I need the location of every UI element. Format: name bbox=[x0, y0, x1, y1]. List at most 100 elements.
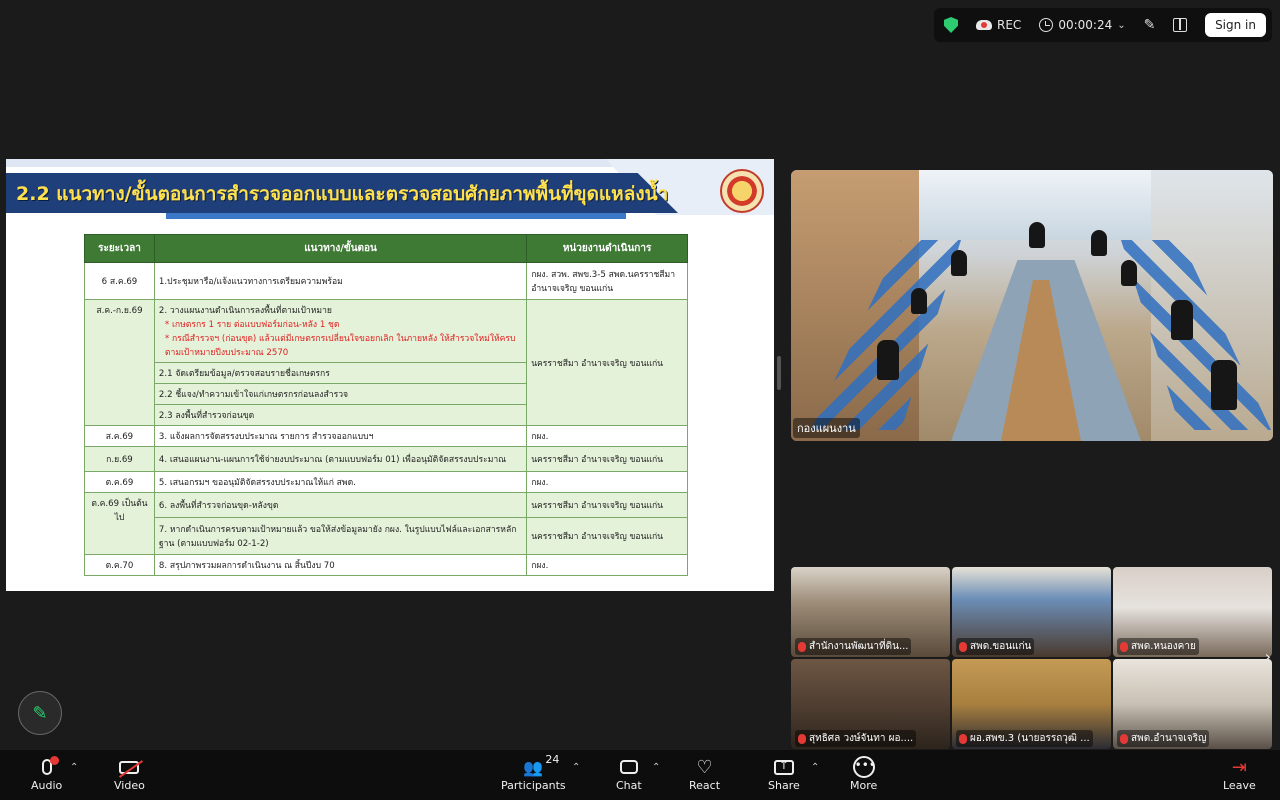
participant-tile[interactable]: สุทธิศล วงษ์จันทา ผอ.... bbox=[791, 659, 950, 749]
chevron-up-icon[interactable]: ⌃ bbox=[652, 762, 660, 773]
table-row: 7. หากดำเนินการครบตามเป้าหมายแล้ว ขอให้ส… bbox=[85, 517, 688, 555]
time-cell: 6 ส.ค.69 bbox=[84, 262, 155, 300]
plan-table: ระยะเวลา แนวทาง/ขั้นตอน หน่วยงานดำเนินกา… bbox=[84, 234, 688, 576]
audio-button[interactable]: Audio bbox=[31, 755, 62, 792]
participant-figure bbox=[1171, 300, 1193, 340]
unit-cell: นครราชสีมา อำนาจเจริญ ขอนแก่น bbox=[526, 517, 688, 555]
step-cell: 2.3 ลงพื้นที่สำรวจก่อนขุด bbox=[153, 404, 528, 426]
apps-button[interactable]: ✎ bbox=[1140, 13, 1160, 37]
toolbar-label: Video bbox=[114, 779, 145, 792]
pencil-icon: ✎ bbox=[32, 702, 48, 724]
toolbar-label: Audio bbox=[31, 779, 63, 792]
react-button[interactable]: ♡ React bbox=[689, 755, 720, 793]
panel-resize-handle[interactable] bbox=[777, 356, 781, 390]
unit-cell: กผง. bbox=[526, 471, 688, 493]
participant-name: ผอ.สพข.3 (นายอรรถวุฒิ ... bbox=[970, 733, 1090, 744]
step-cell: 8. สรุปภาพรวมผลการดำเนินงาน ณ สิ้นปีงบ 7… bbox=[153, 554, 528, 576]
table-row: ส.ค.69 3. แจ้งผลการจัดสรรงบประมาณ รายการ… bbox=[84, 425, 688, 447]
chevron-up-icon[interactable]: ⌃ bbox=[70, 762, 78, 773]
view-layout-button[interactable] bbox=[1169, 13, 1191, 37]
step-cell: 6. ลงพื้นที่สำรวจก่อนขุด-หลังขุด bbox=[153, 492, 528, 518]
microphone-muted-icon bbox=[798, 641, 806, 652]
more-button[interactable]: ••• More bbox=[850, 755, 877, 792]
magic-wand-icon: ✎ bbox=[1143, 17, 1156, 33]
participant-tile[interactable]: สำนักงานพัฒนาที่ดิน... bbox=[791, 567, 950, 657]
chat-icon bbox=[619, 760, 638, 774]
microphone-icon bbox=[41, 756, 59, 775]
unit-cell: กผง. bbox=[526, 554, 688, 576]
participant-thumbnails: สำนักงานพัฒนาที่ดิน... สพด.ขอนแก่น สพด.ห… bbox=[791, 567, 1273, 749]
shield-icon bbox=[944, 17, 958, 33]
clock-icon bbox=[1039, 18, 1054, 32]
participant-tile[interactable]: ผอ.สพข.3 (นายอรรถวุฒิ ... bbox=[952, 659, 1111, 749]
participant-name: สุทธิศล วงษ์จันทา ผอ.... bbox=[809, 733, 914, 744]
security-indicator[interactable] bbox=[940, 13, 962, 37]
unit-cell: กผง. สวพ. สพข.3-5 สพด.นครราชสีมา อำนาจเจ… bbox=[526, 262, 688, 300]
sign-in-button[interactable]: Sign in bbox=[1205, 13, 1266, 37]
meeting-top-bar: REC 00:00:24 ⌄ ✎ Sign in bbox=[934, 8, 1272, 42]
toolbar-label: Chat bbox=[616, 779, 642, 792]
chevron-right-icon[interactable]: › bbox=[1265, 647, 1271, 666]
participant-tile[interactable]: สพด.ขอนแก่น bbox=[952, 567, 1111, 657]
step-cell: 4. เสนอแผนงาน-แผนการใช้จ่ายงบประมาณ (ตาม… bbox=[153, 446, 528, 472]
participant-figure bbox=[951, 250, 967, 276]
participant-name: สพด.อำนาจเจริญ bbox=[1131, 733, 1207, 744]
microphone-muted-icon bbox=[798, 733, 806, 744]
participant-name: สำนักงานพัฒนาที่ดิน... bbox=[809, 641, 909, 652]
step-cell: 7. หากดำเนินการครบตามเป้าหมายแล้ว ขอให้ส… bbox=[153, 517, 528, 555]
video-button[interactable]: Video bbox=[114, 755, 145, 792]
participant-figure bbox=[1121, 260, 1137, 286]
unit-cell: นครราชสีมา อำนาจเจริญ ขอนแก่น bbox=[526, 492, 688, 518]
record-icon bbox=[976, 19, 992, 31]
recording-indicator[interactable]: REC bbox=[972, 13, 1025, 37]
participant-tile[interactable]: สพด.อำนาจเจริญ bbox=[1113, 659, 1272, 749]
annotate-button[interactable]: ✎ bbox=[18, 691, 62, 735]
leave-button[interactable]: ⇥ Leave bbox=[1223, 755, 1256, 793]
microphone-muted-icon bbox=[1120, 733, 1128, 744]
participant-figure bbox=[1211, 360, 1237, 410]
step-cell: 2.2 ชี้แจง/ทำความเข้าใจแก่เกษตรกรก่อนลงส… bbox=[153, 383, 528, 405]
table-row: ต.ค.69 5. เสนอกรมฯ ขออนุมัติจัดสรรงบประม… bbox=[84, 471, 688, 493]
time-cell: ส.ค.-ก.ย.69 bbox=[84, 299, 155, 426]
layout-icon bbox=[1173, 18, 1188, 32]
time-cell: ต.ค.70 bbox=[84, 554, 155, 576]
slide-title: 2.2 แนวทาง/ขั้นตอนการสำรวจออกแบบและตรวจส… bbox=[16, 183, 669, 205]
rec-label: REC bbox=[997, 18, 1022, 32]
shared-screen-slide[interactable]: 2.2 แนวทาง/ขั้นตอนการสำรวจออกแบบและตรวจส… bbox=[6, 159, 774, 591]
unit-cell: กผง. bbox=[526, 425, 688, 447]
participant-tile[interactable]: สพด.หนองคาย bbox=[1113, 567, 1272, 657]
participant-figure bbox=[1029, 222, 1045, 248]
department-seal-logo bbox=[720, 169, 764, 213]
time-cell: ก.ย.69 bbox=[84, 446, 155, 472]
step-cell: 5. เสนอกรมฯ ขออนุมัติจัดสรรงบประมาณให้แก… bbox=[153, 471, 528, 493]
participants-button[interactable]: 👥 24 Participants bbox=[501, 753, 566, 792]
toolbar-label: Leave bbox=[1223, 779, 1256, 792]
table-header-row: ระยะเวลา แนวทาง/ขั้นตอน หน่วยงานดำเนินกา… bbox=[84, 234, 688, 263]
meeting-timer[interactable]: 00:00:24 ⌄ bbox=[1035, 13, 1129, 37]
leave-icon: ⇥ bbox=[1231, 756, 1247, 778]
speaker-video-tile[interactable]: กองแผนงาน bbox=[791, 170, 1273, 441]
microphone-muted-icon bbox=[959, 733, 967, 744]
participant-name: สพด.ขอนแก่น bbox=[970, 641, 1032, 652]
participant-name: สพด.หนองคาย bbox=[1131, 641, 1196, 652]
microphone-muted-icon bbox=[959, 641, 967, 652]
timer-text: 00:00:24 bbox=[1058, 18, 1113, 32]
share-button[interactable]: Share bbox=[768, 755, 800, 793]
table-row: ต.ค.70 8. สรุปภาพรวมผลการดำเนินงาน ณ สิ้… bbox=[84, 554, 688, 576]
time-cell: ส.ค.69 bbox=[84, 425, 155, 447]
participant-name: กองแผนงาน bbox=[793, 418, 860, 438]
column-header: แนวทาง/ขั้นตอน bbox=[153, 234, 528, 263]
heart-icon: ♡ bbox=[696, 756, 713, 778]
chevron-up-icon[interactable]: ⌃ bbox=[572, 762, 580, 773]
share-screen-icon bbox=[773, 758, 794, 775]
step-text: 2. วางแผนงานดำเนินการลงพื้นที่ตามเป้าหมา… bbox=[158, 306, 332, 316]
chat-button[interactable]: Chat bbox=[616, 755, 642, 792]
table-row: 6 ส.ค.69 1.ประชุมหารือ/แจ้งแนวทางการเตรี… bbox=[84, 262, 688, 300]
chevron-up-icon[interactable]: ⌃ bbox=[811, 762, 819, 773]
participant-count: 24 bbox=[545, 753, 560, 766]
chevron-down-icon: ⌄ bbox=[1117, 19, 1126, 31]
step-cell: 2. วางแผนงานดำเนินการลงพื้นที่ตามเป้าหมา… bbox=[153, 299, 528, 363]
step-cell: 3. แจ้งผลการจัดสรรงบประมาณ รายการ สำรวจอ… bbox=[153, 425, 528, 447]
more-icon: ••• bbox=[852, 756, 876, 778]
step-note: * เกษตรกร 1 ราย ต่อแบบฟอร์มก่อน-หลัง 1 ช… bbox=[164, 320, 340, 330]
